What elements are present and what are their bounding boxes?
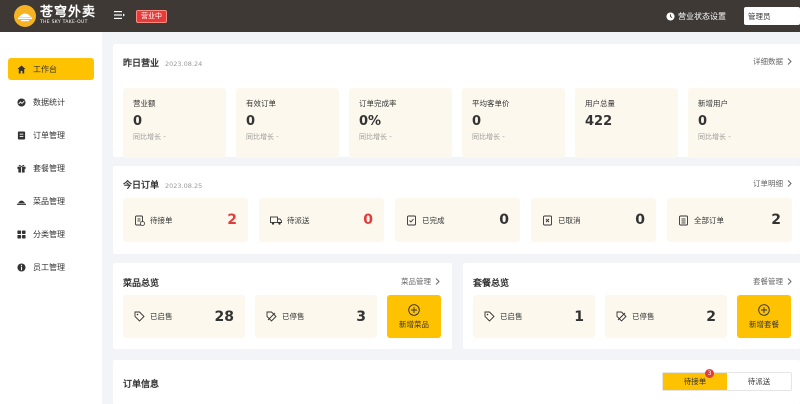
- clipboard-check-icon: [407, 215, 416, 225]
- order-tabs: 待接单 3 待派送: [662, 369, 792, 391]
- order-count: 0: [499, 212, 509, 228]
- chevron-right-icon: [787, 58, 792, 65]
- setmeal-management-link[interactable]: 套餐管理: [753, 276, 792, 287]
- stat-count: 1: [574, 308, 584, 325]
- tab-to-deliver[interactable]: 待派送: [727, 373, 791, 390]
- card-date: 2023.08.24: [165, 60, 203, 68]
- stat-count: 3: [356, 308, 366, 325]
- stat-count: 28: [214, 308, 234, 325]
- tag-icon: [134, 311, 145, 322]
- card-title: 套餐总览: [473, 279, 510, 289]
- card-title: 菜品总览: [123, 279, 160, 289]
- chevron-right-icon: [787, 180, 792, 187]
- delivery-icon: [270, 216, 282, 225]
- dishes-off-sale: 已停售 3: [255, 295, 377, 338]
- sidebar-item-orders[interactable]: 订单管理: [8, 124, 94, 146]
- detail-data-link[interactable]: 详细数据: [753, 56, 792, 67]
- order-detail-link[interactable]: 订单明细: [753, 178, 792, 189]
- order-status-to-deliver[interactable]: 待派送 0: [259, 198, 384, 242]
- metric-completion-rate: 订单完成率 0% 同比增长 -: [349, 88, 452, 158]
- stat-count: 2: [706, 308, 716, 325]
- sidebar-item-setmeals[interactable]: 套餐管理: [8, 157, 94, 179]
- list-icon: [679, 215, 688, 225]
- gift-icon: [17, 164, 26, 173]
- order-status-all[interactable]: 全部订单 2: [667, 198, 792, 242]
- sidebar: 工作台 数据统计 订单管理 套餐管理 菜品管理 分类管理 员工管理: [0, 32, 102, 404]
- chevron-right-icon: [435, 278, 440, 285]
- metric-total-users: 用户总量 422: [575, 88, 678, 158]
- dish-icon: [17, 200, 26, 205]
- setmeals-off-sale: 已停售 2: [605, 295, 727, 338]
- business-status-badge: 营业中: [136, 9, 167, 23]
- pending-count-badge: 3: [705, 369, 714, 378]
- shop-status-setting-button[interactable]: 营业状态设置: [666, 11, 726, 22]
- dishes-on-sale: 已启售 28: [123, 295, 245, 338]
- chevron-right-icon: [787, 278, 792, 285]
- logo-title: 苍穹外卖: [40, 5, 97, 21]
- sidebar-item-label: 菜品管理: [33, 196, 65, 206]
- add-dish-label: 新增菜品: [399, 319, 429, 329]
- logo: 苍穹外卖 THE SKY TAKE-OUT: [14, 5, 104, 27]
- sidebar-item-label: 套餐管理: [33, 163, 65, 173]
- clipboard-x-icon: [543, 215, 552, 225]
- metric-avg-price: 平均客单价 0 同比增长 -: [462, 88, 565, 158]
- logo-subtitle: THE SKY TAKE-OUT: [40, 20, 88, 26]
- sidebar-item-label: 员工管理: [33, 262, 65, 272]
- grid-icon: [17, 229, 26, 239]
- menu-toggle-icon[interactable]: [114, 10, 126, 22]
- sidebar-item-statistics[interactable]: 数据统计: [8, 91, 94, 113]
- order-icon: [17, 130, 26, 140]
- user-icon: [17, 262, 26, 272]
- plus-circle-icon: [408, 303, 420, 316]
- card-title: 订单信息: [123, 380, 160, 390]
- sidebar-item-label: 分类管理: [33, 229, 65, 239]
- card-date: 2023.08.25: [165, 182, 203, 190]
- setmeals-overview-card: 套餐总览 套餐管理 已启售 1 已停售 2 新增套餐: [463, 263, 800, 349]
- home-icon: [17, 64, 26, 74]
- dish-management-link[interactable]: 菜品管理: [401, 276, 440, 287]
- user-role-dropdown[interactable]: 管理员: [744, 7, 800, 25]
- logo-icon: [14, 5, 36, 27]
- card-title: 今日订单 2023.08.25: [123, 181, 203, 191]
- plus-circle-icon: [758, 303, 770, 316]
- clipboard-icon: [135, 215, 145, 226]
- metric-revenue: 营业额 0 同比增长 -: [123, 88, 226, 158]
- sidebar-item-label: 工作台: [33, 64, 57, 74]
- sidebar-item-employees[interactable]: 员工管理: [8, 256, 94, 278]
- clock-icon: [666, 11, 675, 21]
- metric-valid-orders: 有效订单 0 同比增长 -: [236, 88, 339, 158]
- order-status-completed[interactable]: 已完成 0: [395, 198, 520, 242]
- metric-new-users: 新增用户 0 同比增长 -: [688, 88, 800, 158]
- yesterday-business-card: 昨日营业 2023.08.24 详细数据 营业额 0 同比增长 - 有效订单 0 …: [113, 44, 800, 158]
- order-count: 0: [363, 212, 373, 228]
- shop-setting-label: 营业状态设置: [678, 11, 726, 21]
- tag-off-icon: [266, 311, 277, 322]
- add-setmeal-button[interactable]: 新增套餐: [737, 295, 791, 338]
- add-dish-button[interactable]: 新增菜品: [387, 295, 441, 338]
- sidebar-item-categories[interactable]: 分类管理: [8, 223, 94, 245]
- add-setmeal-label: 新增套餐: [749, 319, 779, 329]
- order-status-pending[interactable]: 待接单 2: [123, 198, 248, 242]
- sidebar-item-workbench[interactable]: 工作台: [8, 58, 94, 80]
- setmeals-on-sale: 已启售 1: [473, 295, 595, 338]
- card-title: 昨日营业 2023.08.24: [123, 59, 203, 69]
- order-info-card: 订单信息 待接单 3 待派送: [113, 360, 800, 404]
- order-status-cancelled[interactable]: 已取消 0: [531, 198, 656, 242]
- today-orders-card: 今日订单 2023.08.25 订单明细 待接单 2 待派送 0 已完成 0 已取…: [113, 166, 800, 254]
- tag-off-icon: [616, 311, 627, 322]
- order-count: 2: [227, 212, 237, 228]
- order-count: 2: [771, 212, 781, 228]
- tab-pending-orders[interactable]: 待接单 3: [663, 369, 727, 390]
- order-count: 0: [635, 212, 645, 228]
- top-header: 苍穹外卖 THE SKY TAKE-OUT 营业中 营业状态设置 管理员: [0, 0, 800, 32]
- tag-icon: [484, 311, 495, 322]
- chart-icon: [17, 97, 26, 107]
- dishes-overview-card: 菜品总览 菜品管理 已启售 28 已停售 3 新增菜品: [113, 263, 452, 349]
- sidebar-item-label: 数据统计: [33, 97, 65, 107]
- sidebar-item-dishes[interactable]: 菜品管理: [8, 190, 94, 212]
- sidebar-item-label: 订单管理: [33, 130, 65, 140]
